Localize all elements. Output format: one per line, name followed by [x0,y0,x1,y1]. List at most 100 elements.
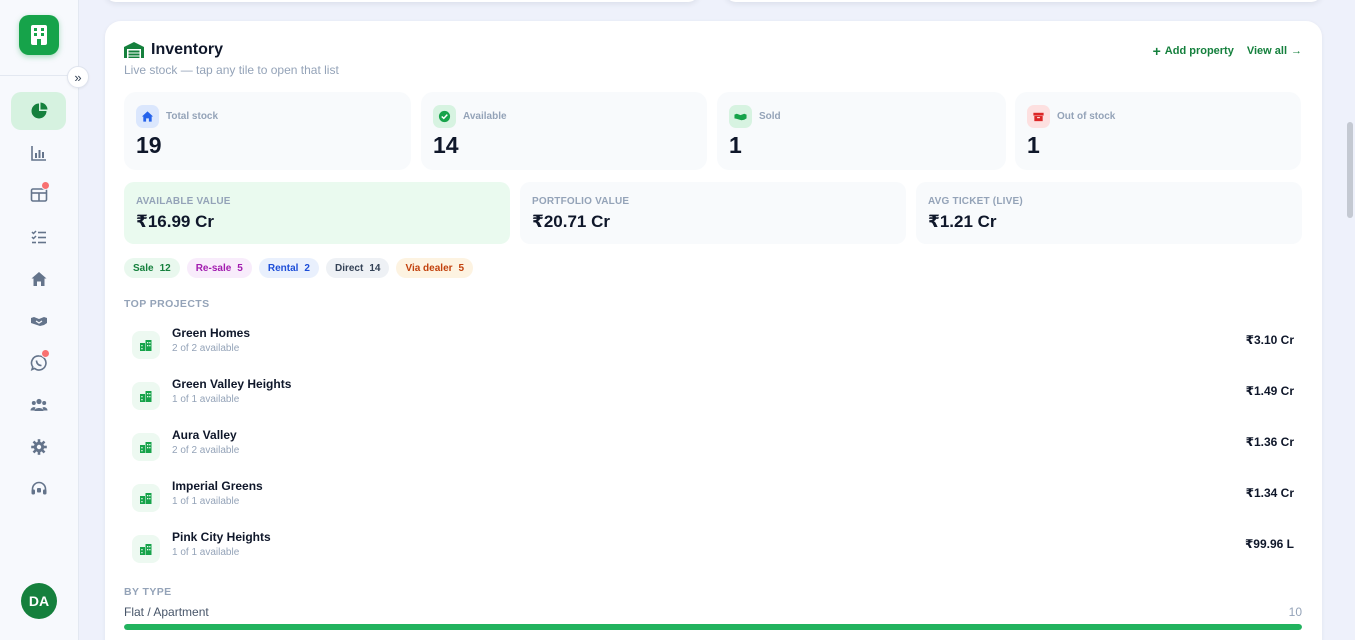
chip-count: 5 [458,262,465,274]
filter-chip[interactable]: Rental 2 [258,258,319,278]
scrollbar[interactable] [1345,0,1355,640]
sidebar: DA [0,0,79,640]
project-row[interactable]: Green Homes 2 of 2 available ₹3.10 Cr [124,326,1302,366]
chip-label: Rental [267,262,299,274]
project-availability: 1 of 1 available [172,496,240,507]
type-progress-fill [124,624,1302,630]
inventory-card: Inventory Live stock — tap any tile to o… [105,21,1322,640]
card-subtitle: Live stock — tap any tile to open that l… [124,63,339,77]
pie-chart-icon [31,102,47,119]
stat-tile-sold[interactable]: Sold 1 [717,92,1006,170]
handshake-icon [729,105,752,128]
portfolio-value-tile[interactable]: PORTFOLIO VALUE ₹20.71 Cr [520,182,906,244]
chip-count: 5 [237,262,243,274]
card-header: Inventory [124,41,223,59]
chip-label: Sale [133,262,154,274]
stat-label: Available [463,111,507,122]
value-amount: ₹16.99 Cr [136,212,214,231]
add-property-button[interactable]: + Add property [1153,43,1234,59]
project-row[interactable]: Pink City Heights 1 of 1 available ₹99.96 … [124,530,1302,570]
type-progress-bar [124,624,1302,630]
project-name: Aura Valley [172,428,237,442]
buildings-icon [132,382,160,410]
value-amount: ₹20.71 Cr [532,212,610,231]
warehouse-icon [124,42,144,58]
filter-chip[interactable]: Sale 12 [124,258,180,278]
project-value: ₹1.36 Cr [1245,435,1294,449]
chip-label: Re-sale [195,262,232,274]
stat-label: Sold [759,111,781,122]
chip-label: Via dealer [405,262,453,274]
value-amount: ₹1.21 Cr [928,212,997,231]
view-all-link[interactable]: View all → [1247,43,1302,59]
nav-settings[interactable] [11,428,66,466]
box-icon [1027,105,1050,128]
avg-ticket-tile[interactable]: AVG TICKET (LIVE) ₹1.21 Cr [916,182,1302,244]
nav-deals[interactable] [11,302,66,340]
project-row[interactable]: Green Valley Heights 1 of 1 available ₹1.4… [124,377,1302,417]
section-label-by-type: BY TYPE [124,586,172,598]
project-row[interactable]: Imperial Greens 1 of 1 available ₹1.34 Cr [124,479,1302,519]
stat-tile-available[interactable]: Available 14 [421,92,707,170]
project-availability: 2 of 2 available [172,445,240,456]
handshake-icon [30,317,47,326]
chip-label: Direct [334,262,364,274]
building-logo-icon[interactable] [19,15,59,55]
nav-tasks[interactable] [11,218,66,256]
project-name: Imperial Greens [172,479,263,493]
stat-value: 1 [729,132,742,158]
filter-chip[interactable]: Direct 14 [325,258,390,278]
project-availability: 1 of 1 available [172,547,240,558]
notification-badge [41,349,50,358]
stat-value: 1 [1027,132,1040,158]
filter-chip[interactable]: Via dealer 5 [396,258,474,278]
notification-badge [41,181,50,190]
project-name: Green Homes [172,326,251,340]
home-icon [31,272,46,286]
arrow-right-icon: → [1291,45,1302,57]
filter-chips: Sale 12 Re-sale 5 Rental 2 Direct 14 Via dealer 5 [124,258,474,278]
project-availability: 2 of 2 available [172,343,240,354]
project-value: ₹1.49 Cr [1245,384,1294,398]
nav-reports[interactable] [11,134,66,172]
project-value: ₹1.34 Cr [1245,486,1294,500]
check-circle-icon [433,105,456,128]
avatar[interactable]: DA [21,583,57,619]
plus-icon: + [1152,43,1161,59]
stat-tile-total-stock[interactable]: Total stock 19 [124,92,411,170]
stat-value: 14 [433,132,459,158]
scrollbar-thumb[interactable] [1347,122,1353,218]
nav-boards[interactable] [11,176,66,214]
nav-support[interactable] [11,470,66,508]
nav-team[interactable] [11,386,66,424]
bar-chart-icon [30,146,46,161]
nav-properties[interactable] [11,260,66,298]
nav-whatsapp[interactable] [11,344,66,382]
project-row[interactable]: Aura Valley 2 of 2 available ₹1.36 Cr [124,428,1302,468]
stat-label: Total stock [166,111,219,122]
buildings-icon [132,331,160,359]
value-label: AVG TICKET (LIVE) [928,196,1023,207]
chip-count: 14 [369,262,381,274]
available-value-tile[interactable]: AVAILABLE VALUE ₹16.99 Cr [124,182,510,244]
sidebar-expand-icon[interactable]: » [67,66,89,88]
buildings-icon [132,433,160,461]
buildings-icon [132,535,160,563]
project-value: ₹99.96 L [1244,537,1294,551]
nav-dashboard[interactable] [11,92,66,130]
project-name: Pink City Heights [172,530,271,544]
headset-icon [31,481,46,495]
filter-chip[interactable]: Re-sale 5 [186,258,252,278]
checklist-icon [30,230,46,244]
project-value: ₹3.10 Cr [1245,333,1294,347]
team-icon [30,398,47,411]
type-label: Flat / Apartment [124,605,209,619]
stat-tile-out-of-stock[interactable]: Out of stock 1 [1015,92,1301,170]
section-label-top-projects: TOP PROJECTS [124,298,210,310]
buildings-icon [132,484,160,512]
stat-value: 19 [136,132,162,158]
project-availability: 1 of 1 available [172,394,240,405]
value-label: AVAILABLE VALUE [136,196,231,207]
chip-count: 2 [304,262,310,274]
previous-card [725,0,1322,2]
